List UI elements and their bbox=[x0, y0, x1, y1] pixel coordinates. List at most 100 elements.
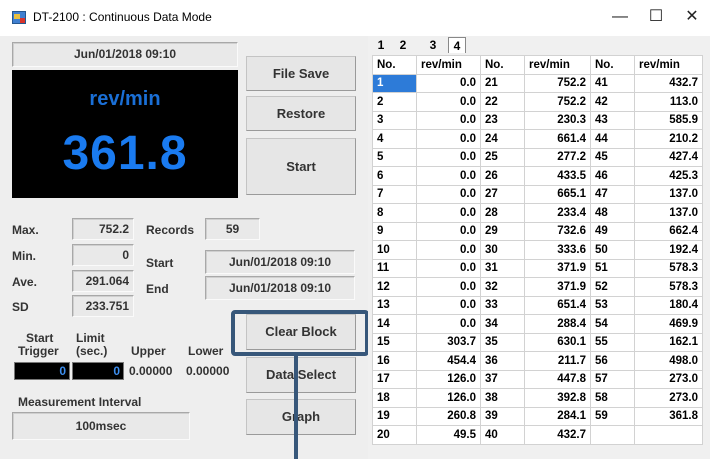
record-number-cell[interactable]: 44 bbox=[590, 129, 635, 149]
table-row[interactable]: 12 0.0 32 371.9 52 578.3 bbox=[372, 277, 703, 297]
record-number-cell[interactable]: 25 bbox=[480, 147, 525, 167]
rev-min-cell[interactable]: 427.4 bbox=[634, 147, 703, 167]
rev-min-cell[interactable]: 0.0 bbox=[416, 73, 481, 93]
rev-min-cell[interactable]: 162.1 bbox=[634, 332, 703, 352]
record-number-cell[interactable]: 53 bbox=[590, 295, 635, 315]
rev-min-cell[interactable]: 49.5 bbox=[416, 425, 481, 445]
rev-min-cell[interactable]: 211.7 bbox=[524, 351, 591, 371]
table-row[interactable]: 11 0.0 31 371.9 51 578.3 bbox=[372, 258, 703, 278]
tab-page-1[interactable]: 1 bbox=[374, 37, 388, 53]
rev-min-cell[interactable]: 0.0 bbox=[416, 221, 481, 241]
rev-min-cell[interactable]: 425.3 bbox=[634, 166, 703, 186]
rev-min-cell[interactable]: 651.4 bbox=[524, 295, 591, 315]
rev-min-cell[interactable]: 210.2 bbox=[634, 129, 703, 149]
close-icon[interactable]: ✕ bbox=[670, 0, 710, 34]
record-number-cell[interactable]: 7 bbox=[372, 184, 417, 204]
rev-min-cell[interactable]: 662.4 bbox=[634, 221, 703, 241]
record-number-cell[interactable]: 19 bbox=[372, 406, 417, 426]
record-number-cell[interactable]: 40 bbox=[480, 425, 525, 445]
rev-min-cell[interactable]: 288.4 bbox=[524, 314, 591, 334]
rev-min-cell[interactable]: 578.3 bbox=[634, 277, 703, 297]
record-number-cell[interactable]: 56 bbox=[590, 351, 635, 371]
rev-min-cell[interactable]: 126.0 bbox=[416, 369, 481, 389]
rev-min-cell[interactable]: 0.0 bbox=[416, 92, 481, 112]
rev-min-cell[interactable]: 432.7 bbox=[524, 425, 591, 445]
rev-min-cell[interactable]: 0.0 bbox=[416, 203, 481, 223]
record-number-cell[interactable]: 15 bbox=[372, 332, 417, 352]
record-number-cell[interactable]: 49 bbox=[590, 221, 635, 241]
rev-min-cell[interactable]: 498.0 bbox=[634, 351, 703, 371]
start-trigger-input[interactable]: 0 bbox=[14, 362, 70, 380]
record-number-cell[interactable]: 34 bbox=[480, 314, 525, 334]
rev-min-cell[interactable]: 0.0 bbox=[416, 147, 481, 167]
record-number-cell[interactable]: 9 bbox=[372, 221, 417, 241]
rev-min-cell[interactable]: 454.4 bbox=[416, 351, 481, 371]
rev-min-cell[interactable]: 433.5 bbox=[524, 166, 591, 186]
rev-min-cell[interactable]: 661.4 bbox=[524, 129, 591, 149]
table-row[interactable]: 16 454.4 36 211.7 56 498.0 bbox=[372, 351, 703, 371]
rev-min-cell[interactable]: 371.9 bbox=[524, 258, 591, 278]
rev-min-cell[interactable]: 273.0 bbox=[634, 388, 703, 408]
rev-min-cell[interactable]: 0.0 bbox=[416, 166, 481, 186]
rev-min-cell[interactable]: 230.3 bbox=[524, 110, 591, 130]
rev-min-cell[interactable]: 273.0 bbox=[634, 369, 703, 389]
table-row[interactable]: 9 0.0 29 732.6 49 662.4 bbox=[372, 221, 703, 241]
record-number-cell[interactable] bbox=[590, 425, 635, 445]
tab-page-4[interactable]: 4 bbox=[448, 37, 466, 53]
record-number-cell[interactable]: 28 bbox=[480, 203, 525, 223]
table-row[interactable]: 8 0.0 28 233.4 48 137.0 bbox=[372, 203, 703, 223]
rev-min-cell[interactable]: 137.0 bbox=[634, 184, 703, 204]
table-row[interactable]: 14 0.0 34 288.4 54 469.9 bbox=[372, 314, 703, 334]
record-number-cell[interactable]: 55 bbox=[590, 332, 635, 352]
restore-button[interactable]: Restore bbox=[246, 96, 356, 131]
record-number-cell[interactable]: 52 bbox=[590, 277, 635, 297]
upper-value[interactable]: 0.00000 bbox=[129, 364, 172, 378]
record-number-cell[interactable]: 42 bbox=[590, 92, 635, 112]
rev-min-cell[interactable]: 126.0 bbox=[416, 388, 481, 408]
record-number-cell[interactable]: 59 bbox=[590, 406, 635, 426]
record-number-cell[interactable]: 20 bbox=[372, 425, 417, 445]
rev-min-cell[interactable]: 180.4 bbox=[634, 295, 703, 315]
rev-min-cell[interactable]: 303.7 bbox=[416, 332, 481, 352]
record-number-cell[interactable]: 57 bbox=[590, 369, 635, 389]
record-number-cell[interactable]: 2 bbox=[372, 92, 417, 112]
record-number-cell[interactable]: 30 bbox=[480, 240, 525, 260]
rev-min-cell[interactable]: 752.2 bbox=[524, 73, 591, 93]
table-row[interactable]: 20 49.5 40 432.7 bbox=[372, 425, 703, 445]
table-row[interactable]: 15 303.7 35 630.1 55 162.1 bbox=[372, 332, 703, 352]
record-number-cell[interactable]: 17 bbox=[372, 369, 417, 389]
rev-min-cell[interactable]: 0.0 bbox=[416, 129, 481, 149]
record-number-cell[interactable]: 10 bbox=[372, 240, 417, 260]
record-number-cell[interactable]: 58 bbox=[590, 388, 635, 408]
record-number-cell[interactable]: 41 bbox=[590, 73, 635, 93]
record-number-cell[interactable]: 29 bbox=[480, 221, 525, 241]
rev-min-cell[interactable]: 0.0 bbox=[416, 277, 481, 297]
rev-min-cell[interactable]: 0.0 bbox=[416, 184, 481, 204]
record-number-cell[interactable]: 23 bbox=[480, 110, 525, 130]
record-number-cell[interactable]: 38 bbox=[480, 388, 525, 408]
rev-min-cell[interactable]: 233.4 bbox=[524, 203, 591, 223]
rev-min-cell[interactable]: 585.9 bbox=[634, 110, 703, 130]
record-number-cell[interactable]: 21 bbox=[480, 73, 525, 93]
start-button[interactable]: Start bbox=[246, 138, 356, 195]
rev-min-cell[interactable]: 630.1 bbox=[524, 332, 591, 352]
table-row[interactable]: 2 0.0 22 752.2 42 113.0 bbox=[372, 92, 703, 112]
rev-min-cell[interactable]: 392.8 bbox=[524, 388, 591, 408]
table-row[interactable]: 10 0.0 30 333.6 50 192.4 bbox=[372, 240, 703, 260]
table-row[interactable]: 17 126.0 37 447.8 57 273.0 bbox=[372, 369, 703, 389]
record-number-cell[interactable]: 16 bbox=[372, 351, 417, 371]
limit-input[interactable]: 0 bbox=[72, 362, 124, 380]
rev-min-cell[interactable]: 732.6 bbox=[524, 221, 591, 241]
record-number-cell[interactable]: 50 bbox=[590, 240, 635, 260]
table-row[interactable]: 5 0.0 25 277.2 45 427.4 bbox=[372, 147, 703, 167]
rev-min-cell[interactable]: 0.0 bbox=[416, 314, 481, 334]
record-number-cell[interactable]: 27 bbox=[480, 184, 525, 204]
record-number-cell[interactable]: 36 bbox=[480, 351, 525, 371]
record-number-cell[interactable]: 54 bbox=[590, 314, 635, 334]
record-number-cell[interactable]: 31 bbox=[480, 258, 525, 278]
rev-min-cell[interactable]: 0.0 bbox=[416, 110, 481, 130]
table-row[interactable]: 4 0.0 24 661.4 44 210.2 bbox=[372, 129, 703, 149]
rev-min-cell[interactable]: 113.0 bbox=[634, 92, 703, 112]
rev-min-cell[interactable]: 752.2 bbox=[524, 92, 591, 112]
tab-page-2[interactable]: 2 bbox=[396, 37, 410, 53]
